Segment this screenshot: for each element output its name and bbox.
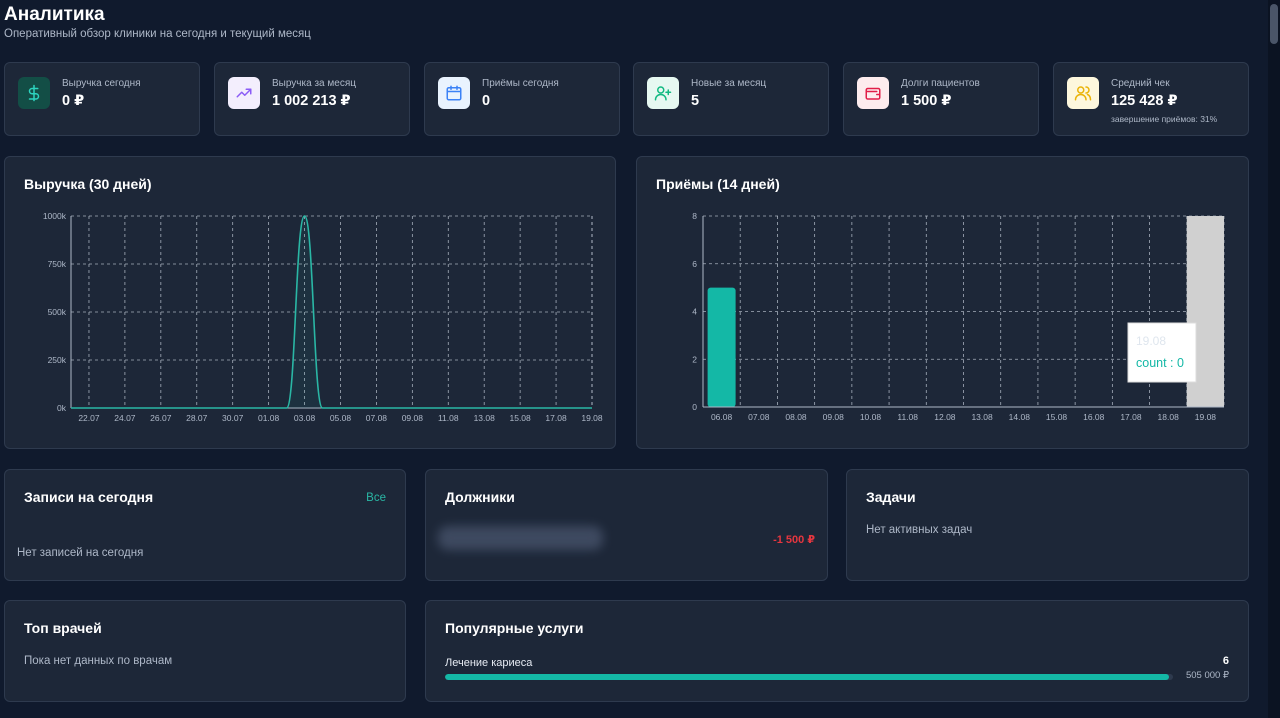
card-title: Записи на сегодня [24,489,154,505]
x-tick-label: 16.08 [1083,412,1105,422]
page-title: Аналитика [4,4,105,25]
x-tick-label: 07.08 [748,412,770,422]
debtors-card: Должники -1 500 ₽ [425,469,828,581]
bar [707,287,736,407]
stat-label: Выручка сегодня [62,78,141,89]
stat-card-new-patients: Новые за месяц 5 [633,62,829,136]
x-tick-label: 06.08 [711,412,733,422]
analytics-page: Аналитика Оперативный обзор клиники на с… [0,0,1280,718]
x-tick-label: 13.08 [971,412,993,422]
x-tick-label: 28.07 [186,413,208,423]
x-tick-label: 05.08 [330,413,352,423]
users-icon [1067,77,1099,109]
stat-label: Приёмы сегодня [482,78,559,89]
x-tick-label: 10.08 [860,412,882,422]
stat-value: 1 002 213 ₽ [272,93,351,109]
empty-state-text: Нет записей на сегодня [17,547,144,559]
revenue-chart[interactable]: 0k 250k 500k 750k 1000k 22.07 24.07 26.07 28.07 3… [5,157,617,450]
tooltip-box [1127,322,1197,383]
page-subtitle: Оперативный обзор клиники на сегодня и т… [4,28,311,40]
x-tick-label: 19.08 [581,413,603,423]
x-tick-label: 30.07 [222,413,244,423]
y-tick-label: 8 [692,211,697,221]
appointments-chart-card: Приёмы (14 дней) 0 2 4 6 8 06.08 07.08 08.08 09.… [636,156,1249,449]
debtor-name-blurred[interactable] [438,526,603,550]
y-tick-label: 4 [692,307,697,317]
stat-value: 0 ₽ [62,93,85,109]
stat-card-average-check: Средний чек 125 428 ₽ завершение приёмов… [1053,62,1249,136]
tooltip-value: count : 0 [1136,356,1184,370]
card-title: Задачи [866,489,916,505]
x-tick-label: 07.08 [366,413,388,423]
x-tick-label: 14.08 [1009,412,1031,422]
y-tick-label: 2 [692,354,697,364]
x-tick-label: 17.08 [545,413,567,423]
today-appointments-card: Записи на сегодня Все Нет записей на сег… [4,469,406,581]
y-tick-label: 1000k [43,211,67,221]
x-tick-label: 17.08 [1120,412,1142,422]
y-tick-label: 250k [48,355,67,365]
x-tick-label: 15.08 [1046,412,1068,422]
y-tick-label: 6 [692,259,697,269]
service-progress-fill [445,674,1170,680]
empty-state-text: Нет активных задач [866,524,973,536]
x-tick-label: 18.08 [1158,412,1180,422]
stat-value: 0 [482,93,491,109]
popular-services-card: Популярные услуги Лечение кариеса 6 505 … [425,600,1249,702]
x-tick-label: 12.08 [934,412,956,422]
card-title: Топ врачей [24,620,102,636]
chart-tooltip: 19.08 count : 0 [1127,322,1197,383]
empty-state-text: Пока нет данных по врачам [24,655,173,667]
calendar-icon [438,77,470,109]
page-scrollbar[interactable] [1268,0,1280,718]
x-tick-label: 01.08 [258,413,280,423]
stat-card-patient-debts: Долги пациентов 1 500 ₽ [843,62,1039,136]
stat-value: 1 500 ₽ [901,93,952,109]
revenue-chart-card: Выручка (30 дней) 0k 250k 500k 750k 1000k 22.… [4,156,616,449]
service-count: 6 [1222,655,1229,667]
stat-value: 5 [691,93,700,109]
stat-subtext: завершение приёмов: 31% [1111,114,1218,124]
x-tick-label: 13.08 [474,413,496,423]
x-tick-label: 09.08 [402,413,424,423]
y-tick-label: 750k [48,259,67,269]
stat-label: Средний чек [1111,78,1170,89]
service-name: Лечение кариеса [445,657,533,669]
stat-label: Новые за месяц [691,78,767,89]
x-tick-label: 26.07 [150,413,172,423]
debt-amount: -1 500 ₽ [773,534,815,546]
tasks-card: Задачи Нет активных задач [846,469,1249,581]
x-tick-label: 15.08 [509,413,531,423]
x-tick-label: 11.08 [897,412,918,422]
stat-value: 125 428 ₽ [1111,93,1178,109]
x-tick-label: 19.08 [1195,412,1217,422]
stat-label: Долги пациентов [901,78,980,89]
wallet-icon [857,77,889,109]
dollar-icon [18,77,50,109]
scrollbar-thumb[interactable] [1270,4,1278,44]
stat-card-revenue-month: Выручка за месяц 1 002 213 ₽ [214,62,410,136]
y-tick-label: 0 [692,402,697,412]
x-tick-label: 03.08 [294,413,316,423]
stat-card-revenue-today: Выручка сегодня 0 ₽ [4,62,200,136]
card-title: Должники [445,489,515,505]
service-amount: 505 000 ₽ [1185,670,1229,681]
top-doctors-card: Топ врачей Пока нет данных по врачам [4,600,406,702]
view-all-link[interactable]: Все [366,492,386,504]
trend-up-icon [228,77,260,109]
x-tick-label: 24.07 [114,413,136,423]
service-progress-track [445,674,1173,680]
user-plus-icon [647,77,679,109]
x-tick-label: 09.08 [823,412,845,422]
x-tick-label: 22.07 [78,413,100,423]
appointments-chart[interactable]: 0 2 4 6 8 06.08 07.08 08.08 09.08 10.08 11.08 12.08… [637,157,1250,450]
x-tick-label: 11.08 [438,413,459,423]
y-tick-label: 0k [57,403,67,413]
stat-label: Выручка за месяц [272,78,356,89]
tooltip-date: 19.08 [1136,334,1166,348]
y-tick-label: 500k [48,307,67,317]
x-tick-label: 08.08 [785,412,807,422]
stat-card-appointments-today: Приёмы сегодня 0 [424,62,620,136]
card-title: Популярные услуги [445,620,584,636]
